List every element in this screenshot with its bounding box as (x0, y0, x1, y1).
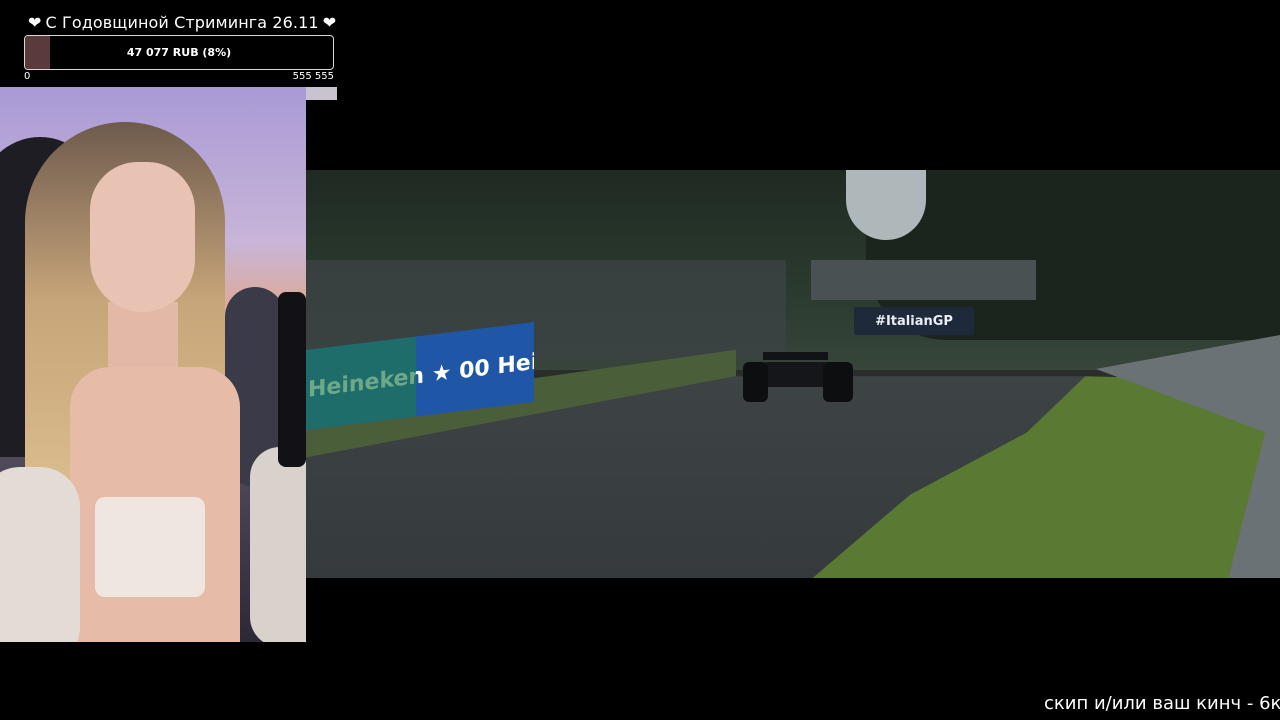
goal-range-min: 0 (24, 71, 31, 82)
goal-amount: 47 077 RUB (8%) (126, 46, 232, 59)
webcam-feed (0, 87, 306, 642)
stream-layout: ❤ С Годовщиной Стриминга 26.11 ❤ 47 077 RU… (0, 0, 1280, 720)
video-ad-green-panel (306, 336, 416, 430)
webcam-border-strip (306, 87, 337, 100)
video-bridge-banner: #ItalianGP (854, 307, 974, 335)
streamer-top (95, 497, 205, 597)
heart-icon: ❤ (322, 13, 337, 32)
sweater-right (250, 447, 306, 642)
video-player[interactable]: #ItalianGP Heineken ★ 00 Heineken ★ 00 (306, 170, 1280, 578)
goal-range-max: 555 555 (292, 71, 334, 82)
goal-range: 0 555 555 (24, 71, 334, 83)
car-wheel-right (823, 362, 853, 402)
car-rear-wing (763, 352, 828, 360)
goal-title-row: ❤ С Годовщиной Стриминга 26.11 ❤ (24, 12, 337, 34)
video-race-car (743, 352, 863, 402)
microphone (278, 292, 306, 467)
streamer-face (90, 162, 195, 312)
goal-progress-bar: 47 077 RUB (8%) (24, 35, 334, 70)
car-wheel-left (743, 362, 768, 402)
goal-title: С Годовщиной Стриминга 26.11 (45, 13, 319, 32)
donation-goal-widget: ❤ С Годовщиной Стриминга 26.11 ❤ 47 077 RU… (24, 12, 337, 83)
ticker-text: скип и/или ваш кинч - 6к (1044, 693, 1280, 714)
sweater-left (0, 467, 80, 642)
video-bridge (811, 260, 1036, 300)
heart-icon: ❤ (28, 13, 42, 32)
